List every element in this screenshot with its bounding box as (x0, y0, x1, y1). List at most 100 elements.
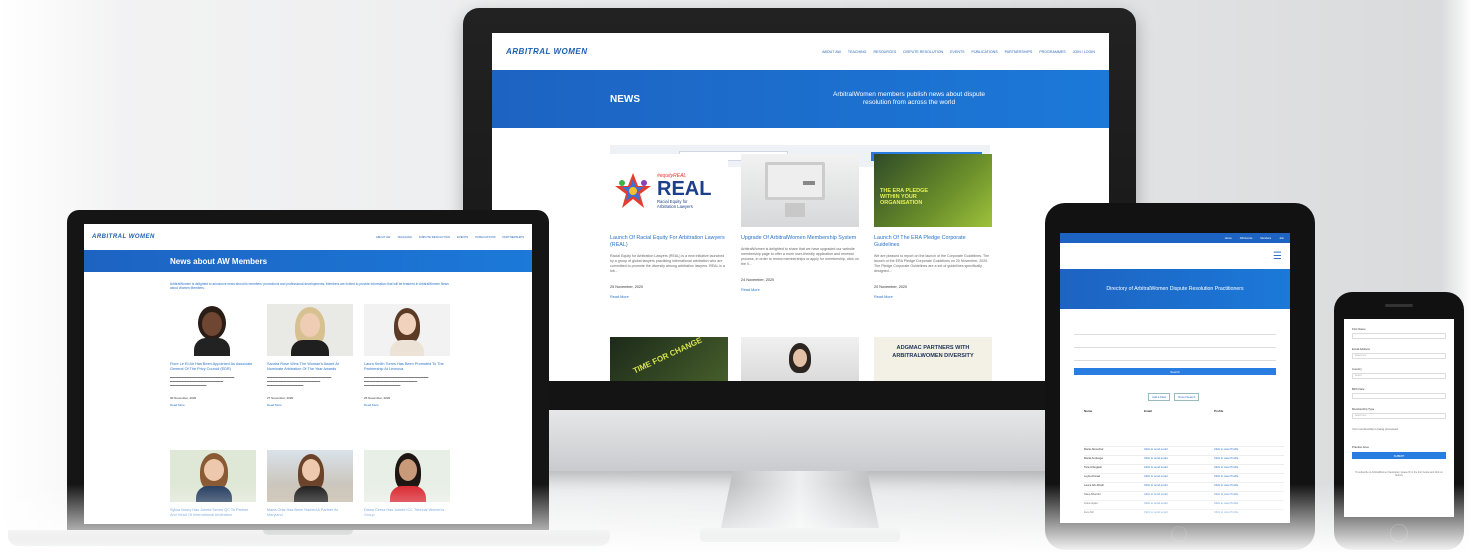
news-card[interactable]: Upgrade Of ArbitralWomen Membership Syst… (741, 154, 859, 292)
portrait-face (793, 349, 807, 367)
card-image-time[interactable]: TIME FOR CHANGE (610, 337, 728, 381)
card-excerpt: ArbitralWomen is delighted to share that… (741, 247, 859, 266)
star-logo-icon (615, 172, 651, 208)
form-note: Your membership is being processed. (1352, 427, 1399, 431)
card-excerpt: Racial Equity for Arbitration Lawyers (R… (610, 254, 725, 273)
form-field[interactable] (1074, 355, 1276, 361)
nav-item[interactable]: ABOUT AW (822, 50, 841, 54)
card-excerpt: ▬▬▬▬▬▬▬▬▬▬▬▬▬▬▬▬▬▬▬▬▬▬▬ ▬▬▬▬▬▬▬▬▬▬▬▬▬▬▬▬… (267, 375, 332, 387)
form-field[interactable] (1074, 329, 1276, 335)
tablet-nav-item[interactable]: Members (1260, 237, 1271, 240)
floor-fade (0, 484, 1471, 554)
photo-face (204, 459, 224, 481)
card-image-portrait[interactable] (741, 337, 859, 381)
nav-item[interactable]: ABOUT AW (376, 235, 391, 239)
read-more-link[interactable]: Read More (170, 403, 256, 407)
site-logo[interactable]: ARBITRAL WOMEN (92, 234, 155, 240)
adgmac-text: ADGMAC PARTNERS WITH ARBITRALWOMEN DIVER… (892, 345, 974, 359)
card-title[interactable]: Sandra Rose Wins The Woman's Award At No… (267, 362, 353, 372)
photo-face (399, 459, 417, 481)
email-link[interactable]: Click to send email (1144, 456, 1214, 464)
news-card[interactable]: #equityREAL REAL Racial Equity for Arbit… (610, 154, 728, 299)
card-excerpt: ▬▬▬▬▬▬▬▬▬▬▬▬▬▬▬▬▬▬▬▬▬▬▬ ▬▬▬▬▬▬▬▬▬▬▬▬▬▬▬▬… (364, 375, 429, 387)
card-date: 20 November, 2020 (874, 285, 908, 290)
read-more-link[interactable]: Read More (741, 288, 859, 292)
member-card[interactable]: Laura Smith Torres Has Been Promoted To … (364, 304, 450, 407)
nav-item[interactable]: PARTNERSHIPS (1005, 50, 1033, 54)
nav-item[interactable]: PARTNERSHIPS (503, 235, 525, 239)
site-logo[interactable]: ARBITRAL WOMEN (506, 46, 588, 56)
card-image-adgmac[interactable]: ADGMAC PARTNERS WITH ARBITRALWOMEN DIVER… (874, 337, 992, 381)
email-link[interactable]: Click to send email (1144, 474, 1214, 482)
profile-link[interactable]: Click to view Profile (1214, 474, 1284, 482)
tablet-nav-item[interactable]: Join (1279, 237, 1284, 240)
filter-buttons: Add a Filter Reset Search (1148, 393, 1290, 401)
real-title: REAL (657, 177, 712, 200)
directory-search-button[interactable]: Search (1074, 368, 1276, 375)
card-date: 24 November, 2020 (741, 278, 775, 283)
real-wordmark: #equityREAL REAL Racial Equity for Arbit… (657, 173, 711, 209)
monitor-stand (785, 203, 805, 217)
profile-link[interactable]: Click to view Profile (1214, 456, 1284, 464)
banner-title: News about AW Members (170, 256, 268, 266)
nav-item[interactable]: DISPUTE RESOLUTION (903, 50, 943, 54)
imac-chin (463, 410, 1136, 471)
card-title[interactable]: Flore Le Et Ah Has Been Appointed As Ass… (170, 362, 256, 372)
card-title[interactable]: Upgrade Of ArbitralWomen Membership Syst… (741, 235, 859, 242)
birthdate-input[interactable] (1352, 393, 1446, 399)
nav-item[interactable]: PROGRAMMES (1039, 50, 1065, 54)
nav-item[interactable]: RESOURCES (873, 50, 896, 54)
card-title[interactable]: Laura Smith Torres Has Been Promoted To … (364, 362, 450, 372)
email-link[interactable]: Click to send email (1144, 465, 1214, 473)
member-photo (267, 304, 353, 356)
news-card[interactable]: THE ERA PLEDGE WITHIN YOUR ORGANISATION … (874, 154, 992, 299)
add-filter-button[interactable]: Add a Filter (1148, 393, 1171, 401)
submit-button[interactable]: SUBMIT (1352, 452, 1446, 459)
nav-item[interactable]: PUBLICATIONS (475, 235, 495, 239)
nav-item[interactable]: TEACHING (397, 235, 411, 239)
nav-item[interactable]: JOIN / LOGIN (1073, 50, 1095, 54)
read-more-link[interactable]: Read More (364, 403, 450, 407)
card-title[interactable]: Launch Of The ERA Pledge Corporate Guide… (874, 235, 992, 249)
logo-text: ARBITRAL WOMEN (506, 46, 588, 56)
first-name-input[interactable] (1352, 333, 1446, 339)
membership-select[interactable]: Select one (1352, 413, 1446, 419)
nav-item[interactable]: DISPUTE RESOLUTION (419, 235, 450, 239)
read-more-link[interactable]: Read More (610, 295, 728, 299)
banner-title: Directory of ArbitralWomen Dispute Resol… (1106, 285, 1244, 292)
read-more-link[interactable]: Read More (267, 403, 353, 407)
news-banner: NEWS ArbitralWomen members publish news … (492, 70, 1109, 128)
member-card[interactable]: Flore Le Et Ah Has Been Appointed As Ass… (170, 304, 256, 407)
photo-body (390, 340, 424, 356)
main-nav: ABOUT AW TEACHING DISPUTE RESOLUTION EVE… (376, 235, 524, 239)
form-label: Membership Type (1352, 407, 1375, 411)
nav-item[interactable]: PUBLICATIONS (972, 50, 998, 54)
email-link[interactable]: Click to send email (1144, 447, 1214, 455)
tablet-nav-item[interactable]: AW Events (1240, 237, 1253, 240)
email-input[interactable]: Select one (1352, 353, 1446, 359)
monitor-illustration (765, 162, 825, 200)
member-card[interactable]: Sandra Rose Wins The Woman's Award At No… (267, 304, 353, 407)
directory-search-form: Search (1074, 329, 1276, 375)
card-title[interactable]: Launch Of Racial Equity For Arbitration … (610, 235, 728, 249)
hamburger-menu-icon[interactable]: ☰ (1273, 251, 1282, 262)
logo-text: ARBITRAL WOMEN (92, 234, 155, 240)
form-footer: To subscribe to ArbitralWomen Newsletter… (1355, 471, 1443, 478)
tablet-nav-item[interactable]: Home (1225, 237, 1232, 240)
member-name: Leyla Ahmad (1084, 474, 1101, 478)
nav-item[interactable]: EVENTS (950, 50, 964, 54)
profile-link[interactable]: Click to view Profile (1214, 465, 1284, 473)
col-profile: Profile (1214, 409, 1224, 413)
member-photo (364, 304, 450, 356)
reset-search-button[interactable]: Reset Search (1174, 393, 1200, 401)
nav-item[interactable]: EVENTS (457, 235, 468, 239)
photo-body (194, 338, 230, 356)
photo-body (291, 340, 329, 356)
members-banner: News about AW Members (84, 250, 532, 272)
country-select[interactable]: Select (1352, 373, 1446, 379)
form-field[interactable] (1074, 342, 1276, 348)
member-name: Tara Arbogasti (1084, 465, 1102, 469)
read-more-link[interactable]: Read More (874, 295, 992, 299)
nav-item[interactable]: TEACHING (848, 50, 867, 54)
profile-link[interactable]: Click to view Profile (1214, 447, 1284, 455)
